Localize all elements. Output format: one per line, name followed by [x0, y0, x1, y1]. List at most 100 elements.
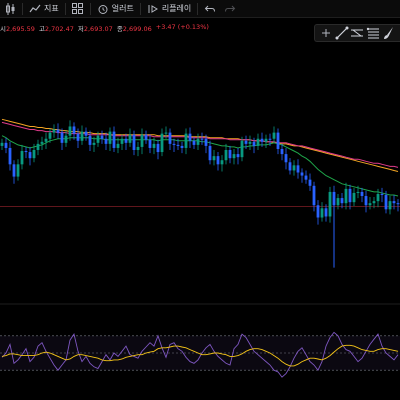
candle: [396, 199, 400, 212]
candle: [0, 138, 4, 150]
candle: [16, 159, 20, 181]
candle-body: [220, 160, 224, 165]
candle-body: [132, 134, 136, 150]
plus-icon[interactable]: [319, 26, 333, 40]
candle-body: [392, 201, 396, 204]
candle-body: [236, 154, 240, 158]
candle: [280, 143, 284, 161]
candle: [352, 187, 356, 207]
candle-body: [336, 198, 340, 206]
candle-body: [44, 138, 48, 142]
candle-body: [296, 165, 300, 173]
candle-body: [228, 150, 232, 159]
candle: [188, 127, 192, 148]
candle-body: [128, 134, 132, 143]
candle: [196, 133, 200, 150]
candle-body: [376, 193, 380, 202]
candle-body: [64, 135, 68, 143]
candle-body: [388, 201, 392, 210]
candle-body: [16, 164, 20, 177]
candle-body: [36, 143, 40, 150]
candle-body: [320, 208, 324, 218]
candle: [296, 159, 300, 179]
candle-body: [372, 201, 376, 204]
candle-body: [356, 191, 360, 193]
candle: [392, 195, 396, 210]
candle: [140, 128, 144, 155]
candle-body: [268, 138, 272, 140]
candle: [72, 122, 76, 140]
fib-retracement-icon[interactable]: [366, 26, 380, 40]
candle-body: [304, 175, 308, 180]
candle: [88, 130, 92, 152]
candle-body: [104, 138, 108, 144]
moving-average-2: [1, 121, 399, 168]
candle-body: [84, 131, 88, 136]
candle-body: [380, 193, 384, 195]
candle: [304, 170, 308, 184]
candle-body: [48, 132, 52, 139]
candle: [348, 184, 352, 210]
candle: [272, 126, 276, 143]
candle-body: [272, 132, 276, 139]
candle: [232, 148, 236, 165]
candle-body: [360, 191, 364, 197]
candle-body: [108, 131, 112, 144]
candle-body: [284, 154, 288, 163]
candle: [380, 187, 384, 203]
candle: [228, 145, 232, 164]
candle: [328, 186, 332, 223]
candle-body: [76, 133, 80, 141]
candle-body: [344, 188, 348, 204]
horizontal-ray-icon[interactable]: [350, 26, 364, 40]
candle-body: [340, 198, 344, 204]
candle: [208, 140, 212, 165]
candle: [276, 128, 280, 155]
candle: [36, 139, 40, 156]
candle-body: [396, 203, 400, 205]
candle: [40, 136, 44, 150]
candle-body: [264, 138, 268, 142]
candle-body: [292, 165, 296, 171]
candle-body: [140, 134, 144, 147]
candle: [28, 146, 32, 166]
candle-body: [204, 138, 208, 146]
candle-body: [184, 133, 188, 148]
candle-body: [352, 192, 356, 203]
price-chart[interactable]: [0, 0, 400, 400]
candle-body: [288, 162, 292, 171]
candle-body: [164, 132, 168, 134]
candle-body: [72, 126, 76, 134]
candle-body: [20, 151, 24, 165]
candle: [168, 128, 172, 150]
trend-line-icon[interactable]: [335, 26, 349, 40]
candle: [20, 144, 24, 170]
candle: [368, 197, 372, 210]
candle: [84, 127, 88, 141]
candle-body: [196, 138, 200, 145]
candle-body: [280, 148, 284, 155]
candle-body: [4, 142, 8, 148]
candle-body: [212, 156, 216, 161]
candle: [180, 141, 184, 154]
candle: [308, 173, 312, 191]
candle-body: [180, 145, 184, 148]
candle-body: [152, 143, 156, 148]
candle: [156, 139, 160, 160]
candle: [200, 132, 204, 145]
candle: [388, 196, 392, 215]
candle-body: [100, 135, 104, 139]
candle: [12, 160, 16, 184]
candle: [112, 126, 116, 153]
candle: [284, 147, 288, 170]
candle-body: [244, 140, 248, 144]
candle-body: [316, 205, 320, 218]
candle-body: [364, 196, 368, 206]
candle: [320, 202, 324, 222]
candle: [248, 135, 252, 150]
candle-body: [148, 139, 152, 148]
candle-body: [116, 143, 120, 148]
drawing-toolbar: [314, 24, 400, 42]
brush-icon[interactable]: [382, 26, 396, 40]
candle: [60, 128, 64, 150]
